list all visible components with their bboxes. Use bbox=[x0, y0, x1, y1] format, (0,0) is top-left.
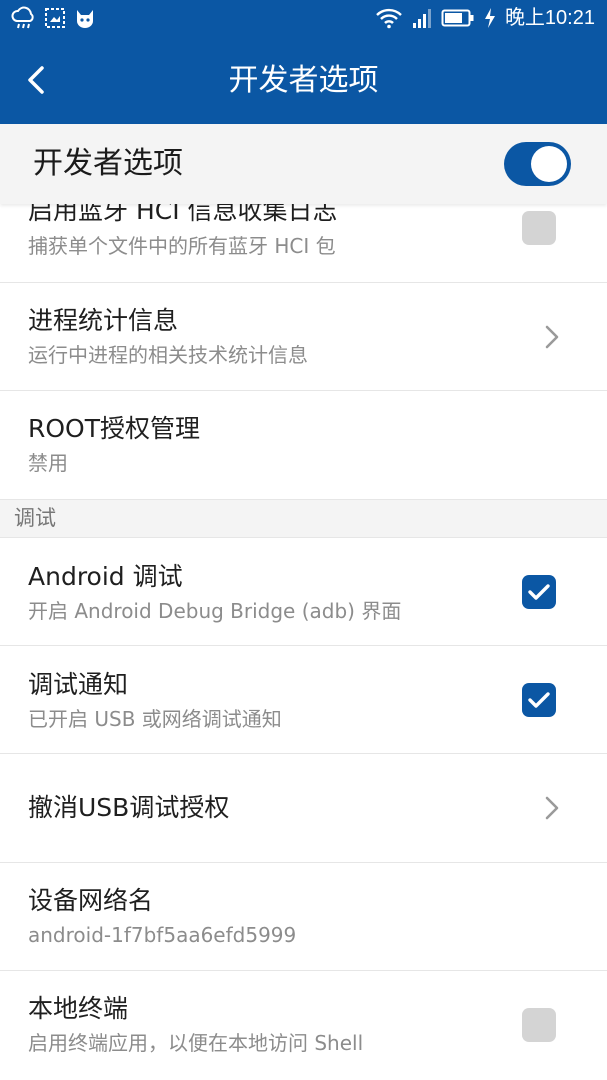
status-bar: 晚上10:21 bbox=[0, 0, 607, 38]
list-item-revoke-usb-auth[interactable]: 撤消USB调试授权 bbox=[0, 754, 607, 863]
item-title: 本地终端 bbox=[28, 994, 129, 1023]
list-item-debug-notification[interactable]: 调试通知 已开启 USB 或网络调试通知 bbox=[0, 646, 607, 754]
list-item-android-debugging[interactable]: Android 调试 开启 Android Debug Bridge (adb)… bbox=[0, 538, 607, 646]
list-item-bluetooth-hci-log[interactable]: 启用蓝牙 HCI 信息收集日志 捕获单个文件中的所有蓝牙 HCI 包 bbox=[0, 204, 607, 283]
chevron-right-icon bbox=[545, 796, 559, 820]
signal-icon bbox=[412, 9, 431, 28]
debug-notification-checkbox[interactable] bbox=[522, 683, 556, 717]
item-title: 撤消USB调试授权 bbox=[28, 793, 230, 822]
settings-list[interactable]: 启用蓝牙 HCI 信息收集日志 捕获单个文件中的所有蓝牙 HCI 包 进程统计信… bbox=[0, 204, 607, 1080]
cloud-rain-icon bbox=[11, 6, 34, 29]
developer-options-toggle[interactable] bbox=[504, 142, 571, 186]
chevron-right-icon bbox=[545, 325, 559, 349]
android-debugging-checkbox[interactable] bbox=[522, 575, 556, 609]
page-title: 开发者选项 bbox=[228, 63, 379, 98]
toggle-knob bbox=[531, 146, 567, 182]
wifi-icon bbox=[376, 8, 402, 29]
list-item-process-stats[interactable]: 进程统计信息 运行中进程的相关技术统计信息 bbox=[0, 283, 607, 391]
section-label: 调试 bbox=[14, 506, 56, 530]
item-subtitle: 已开启 USB 或网络调试通知 bbox=[28, 707, 282, 731]
battery-icon bbox=[441, 9, 474, 27]
item-title: 启用蓝牙 HCI 信息收集日志 bbox=[28, 204, 338, 225]
notification-icons bbox=[10, 6, 96, 30]
item-subtitle: 运行中进程的相关技术统计信息 bbox=[28, 343, 308, 367]
item-subtitle: android-1f7bf5aa6efd5999 bbox=[28, 923, 297, 947]
bluetooth-hci-log-checkbox[interactable] bbox=[522, 211, 556, 245]
master-switch-label: 开发者选项 bbox=[33, 146, 183, 181]
charging-icon bbox=[484, 8, 495, 28]
item-subtitle: 禁用 bbox=[28, 451, 68, 475]
item-title: 调试通知 bbox=[28, 670, 129, 699]
list-item-device-hostname[interactable]: 设备网络名 android-1f7bf5aa6efd5999 bbox=[0, 863, 607, 971]
list-item-root-management[interactable]: ROOT授权管理 禁用 bbox=[0, 391, 607, 500]
list-item-local-terminal[interactable]: 本地终端 启用终端应用，以便在本地访问 Shell bbox=[0, 971, 607, 1080]
item-title: 设备网络名 bbox=[28, 886, 154, 915]
image-icon bbox=[45, 8, 65, 28]
cat-icon bbox=[77, 10, 93, 28]
item-subtitle: 启用终端应用，以便在本地访问 Shell bbox=[28, 1031, 364, 1055]
item-title: ROOT授权管理 bbox=[28, 414, 200, 443]
section-header-debug: 调试 bbox=[0, 500, 607, 538]
system-icons: 晚上10:21 bbox=[375, 4, 595, 32]
local-terminal-checkbox[interactable] bbox=[522, 1008, 556, 1042]
clock: 晚上10:21 bbox=[504, 7, 595, 29]
developer-options-master-switch-row[interactable]: 开发者选项 bbox=[0, 124, 607, 204]
app-bar: 开发者选项 bbox=[0, 38, 607, 124]
checkmark-icon bbox=[528, 692, 550, 708]
item-title: 进程统计信息 bbox=[28, 306, 179, 335]
checkmark-icon bbox=[528, 584, 550, 600]
item-title: Android 调试 bbox=[28, 562, 183, 591]
item-subtitle: 开启 Android Debug Bridge (adb) 界面 bbox=[28, 599, 402, 623]
item-subtitle: 捕获单个文件中的所有蓝牙 HCI 包 bbox=[28, 234, 336, 258]
